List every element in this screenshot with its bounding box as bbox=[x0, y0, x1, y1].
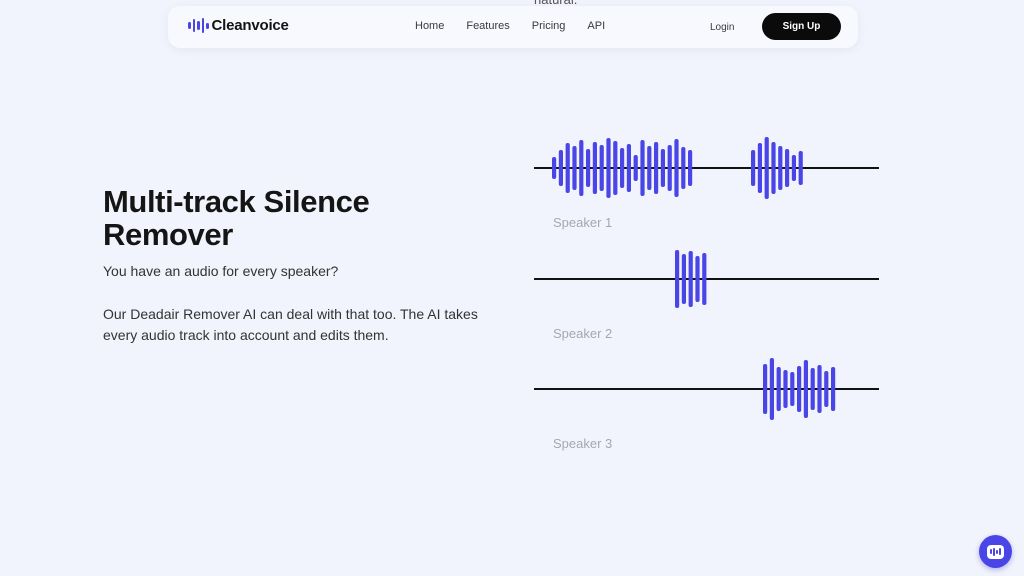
navbar: Cleanvoice Home Features Pricing API Log… bbox=[168, 6, 858, 48]
waveform-bar bbox=[790, 372, 795, 406]
waveform-bar bbox=[572, 146, 577, 190]
speaker-3-label: Speaker 3 bbox=[553, 436, 613, 451]
waveform-bar bbox=[797, 366, 802, 412]
waveform-bar bbox=[654, 142, 659, 194]
waveform-bar bbox=[647, 146, 652, 190]
waveform-bar bbox=[681, 254, 686, 304]
logo[interactable]: Cleanvoice bbox=[188, 17, 289, 34]
waveform-bar bbox=[586, 149, 591, 187]
hero-description: Our Deadair Remover AI can deal with tha… bbox=[103, 306, 478, 343]
waveform-bar bbox=[831, 367, 836, 411]
waveform-bar bbox=[675, 250, 680, 308]
speaker-3-waveform bbox=[763, 358, 836, 420]
speaker-2-label: Speaker 2 bbox=[553, 326, 613, 341]
waveform-bar bbox=[626, 144, 631, 192]
waveform-bar bbox=[785, 149, 790, 187]
chat-button[interactable] bbox=[979, 535, 1012, 568]
waveform-bar bbox=[688, 251, 693, 307]
waveform-bar bbox=[660, 149, 665, 187]
speaker-1-label: Speaker 1 bbox=[553, 215, 613, 230]
nav-link-pricing[interactable]: Pricing bbox=[532, 20, 566, 32]
nav-links: Home Features Pricing API bbox=[415, 20, 605, 32]
speaker-2-track bbox=[534, 244, 879, 314]
page-title: Multi-track Silence Remover bbox=[103, 184, 370, 252]
chat-bubble-icon bbox=[987, 544, 1004, 559]
nav-link-home[interactable]: Home bbox=[415, 20, 444, 32]
speaker-2-waveform bbox=[675, 250, 707, 308]
speaker-1-track bbox=[534, 133, 879, 203]
waveform-bar bbox=[763, 364, 768, 414]
waveform-bar bbox=[798, 151, 803, 185]
hero-question: You have an audio for every speaker? bbox=[103, 263, 339, 279]
waveform-bar bbox=[751, 150, 756, 186]
waveform-bar bbox=[764, 137, 769, 199]
waveform-bar bbox=[695, 256, 700, 302]
waveform-bar bbox=[817, 365, 822, 413]
waveform-bar bbox=[606, 138, 611, 198]
waveform-bar bbox=[674, 139, 679, 197]
waveform-bar bbox=[803, 360, 808, 418]
nav-link-features[interactable]: Features bbox=[466, 20, 509, 32]
waveform-bar bbox=[613, 141, 618, 195]
waveform-bar bbox=[620, 148, 625, 188]
waveform-bar bbox=[640, 140, 645, 196]
waveform-bar bbox=[552, 157, 557, 179]
waveform-bar bbox=[633, 155, 638, 181]
waveform-bar bbox=[771, 142, 776, 194]
brand-name: Cleanvoice bbox=[211, 17, 289, 34]
waveform-bar bbox=[776, 367, 781, 411]
waveform-bar bbox=[757, 143, 762, 193]
waveform-bar bbox=[579, 140, 584, 196]
waveform-bars-icon bbox=[188, 18, 209, 33]
waveform-bar bbox=[681, 147, 686, 189]
waveform-bar bbox=[702, 253, 707, 305]
nav-link-api[interactable]: API bbox=[587, 20, 605, 32]
waveform-bar bbox=[558, 150, 563, 186]
waveform-bar bbox=[565, 143, 570, 193]
waveform-bar bbox=[592, 142, 597, 194]
waveform-bar bbox=[599, 145, 604, 191]
waveform-bar bbox=[810, 368, 815, 410]
waveform-bar bbox=[688, 150, 693, 186]
login-link[interactable]: Login bbox=[710, 22, 734, 33]
signup-button[interactable]: Sign Up bbox=[762, 13, 841, 40]
waveform-bar bbox=[667, 145, 672, 191]
speaker-1-waveform bbox=[552, 137, 803, 199]
waveform-bar bbox=[783, 370, 788, 408]
waveform-bar bbox=[778, 146, 783, 190]
waveform-bar bbox=[824, 371, 829, 407]
waveform-bar bbox=[791, 155, 796, 181]
waveform-bar bbox=[769, 358, 774, 420]
speaker-3-track bbox=[534, 354, 879, 424]
